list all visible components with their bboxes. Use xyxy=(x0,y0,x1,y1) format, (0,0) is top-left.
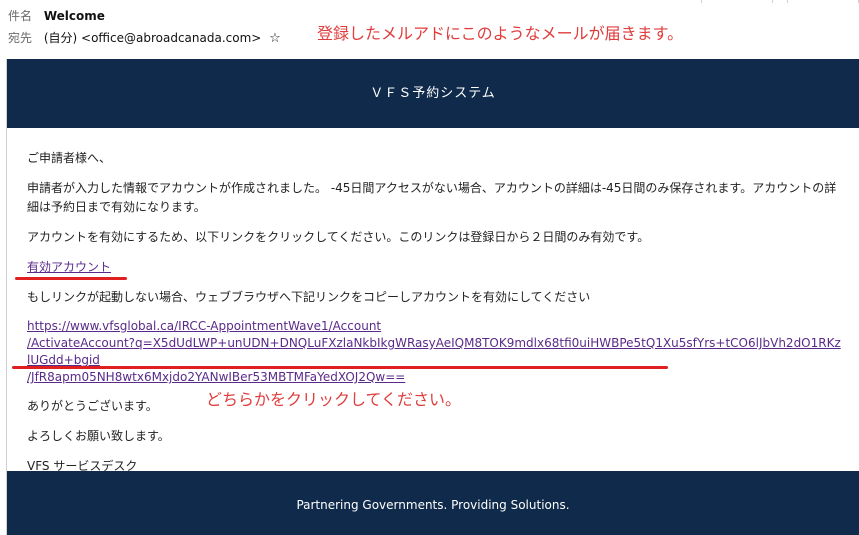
highlight-underline-url xyxy=(12,366,668,369)
star-icon[interactable]: ☆ xyxy=(269,31,281,47)
annotation-top: 登録したメルアドにこのようなメールが届きます。 xyxy=(317,24,684,43)
activation-url-line: /ActivateAccount?q=X5dUdLWP+unUDN+DNQLuF… xyxy=(27,336,841,367)
recipient-row: 宛先 (自分) <office@abroadcanada.com> ☆ xyxy=(8,30,281,47)
email-footer-banner: Partnering Governments. Providing Soluti… xyxy=(7,471,859,535)
recipient-label: 宛先 xyxy=(8,31,33,45)
account-created-text: 申請者が入力した情報でアカウントが作成されました。 -45日間アクセスがない場合… xyxy=(27,181,837,214)
subject-row: 件名 Welcome xyxy=(8,8,105,24)
mail-header: 件名 Welcome 宛先 (自分) <office@abroadcanada.… xyxy=(0,0,859,52)
activation-instruction-text: アカウントを有効にするため、以下リンクをクリックしてください。このリンクは登録日… xyxy=(27,230,650,244)
email-body: ＶＦＳ予約システム ご申請者様へ、 申請者が入力した情報でアカウントが作成されま… xyxy=(6,59,859,535)
highlight-underline-activate xyxy=(15,277,127,280)
annotation-bottom: どちらかをクリックしてください。 xyxy=(206,390,462,409)
activation-url-line: https://www.vfsglobal.ca/IRCC-Appointmen… xyxy=(27,319,382,333)
recipient-value[interactable]: (自分) <office@abroadcanada.com> xyxy=(44,31,262,45)
regards-text: よろしくお願い致します。 xyxy=(27,429,170,443)
toolbar-tab[interactable] xyxy=(701,0,773,3)
subject-label: 件名 xyxy=(8,9,33,23)
copy-link-instruction-text: もしリンクが起動しない場合、ウェブブラウザへ下記リンクをコピーしアカウントを有効… xyxy=(27,290,591,304)
email-content: ご申請者様へ、 申請者が入力した情報でアカウントが作成されました。 -45日間ア… xyxy=(27,149,842,487)
email-banner-title: ＶＦＳ予約システム xyxy=(7,59,859,128)
greeting-text: ご申請者様へ、 xyxy=(27,151,112,165)
subject-value: Welcome xyxy=(43,9,105,23)
activation-url-link[interactable]: https://www.vfsglobal.ca/IRCC-Appointmen… xyxy=(27,318,842,386)
activation-url-line: /JfR8apm05NH8wtx6Mxjdo2YANwIBer53MBTMFaY… xyxy=(27,370,406,384)
top-toolbar-edges xyxy=(701,0,859,4)
toolbar-tab[interactable] xyxy=(787,0,859,3)
email-client-window: 件名 Welcome 宛先 (自分) <office@abroadcanada.… xyxy=(0,0,859,535)
activate-account-link[interactable]: 有効アカウント xyxy=(27,260,111,274)
